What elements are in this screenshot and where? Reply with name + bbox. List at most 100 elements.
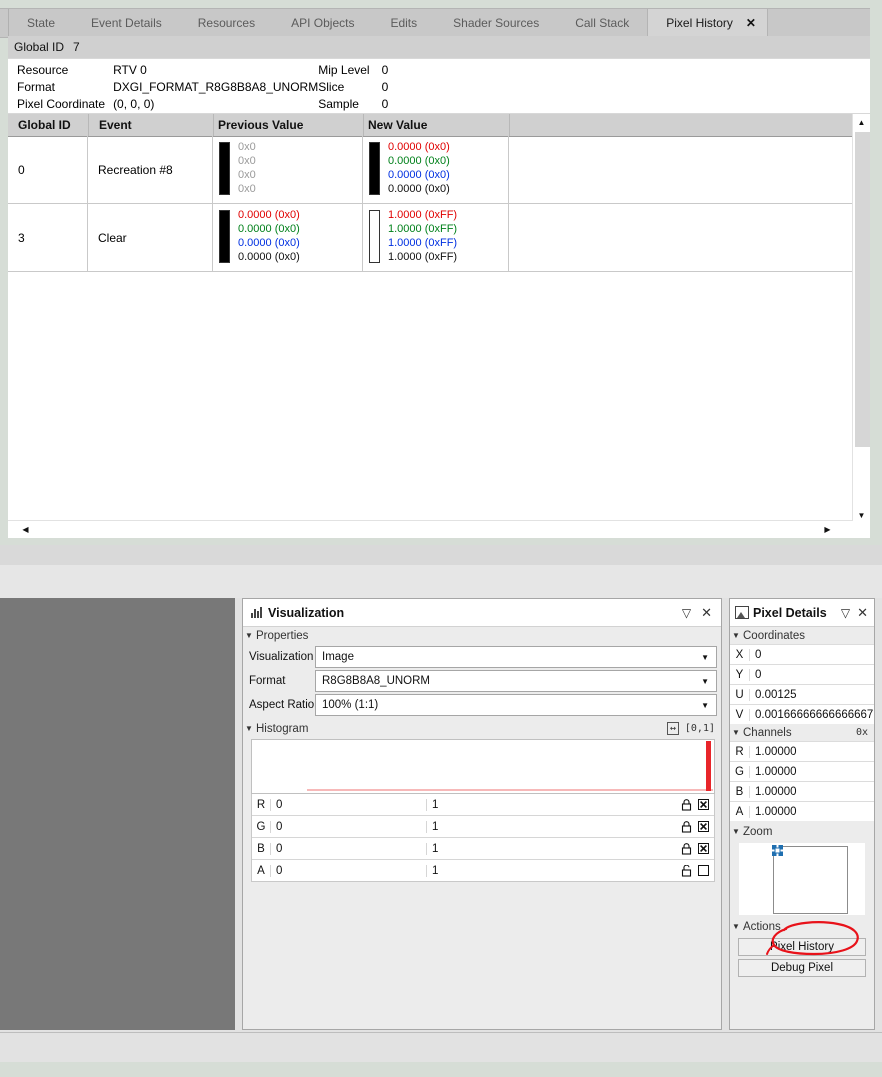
tab-call-stack[interactable]: Call Stack [557,9,647,37]
grid-vertical-scrollbar[interactable]: ▲ ▼ [852,114,870,524]
value-line: 1.0000 (0xFF) [388,209,458,221]
channel-min-input[interactable]: 0 [270,842,426,855]
channel-min-input[interactable]: 0 [270,820,426,833]
kv-key: U [735,688,744,701]
sample-value: 0 [381,97,389,111]
chevron-down-icon[interactable]: ▼ [701,701,709,710]
grid-horizontal-scrollbar[interactable]: ◀ ▶ [8,520,853,538]
chevron-down-icon[interactable]: ▼ [701,677,709,686]
channel-visibility-checkbox[interactable] [698,865,709,876]
kv-value: 0 [749,648,874,661]
table-row[interactable]: 0 Recreation #8 0x0 0x0 0x0 0x0 0.0000 (0x0) 0.… [8,136,853,204]
value-line: 0x0 [238,183,256,195]
cell-new-value: 1.0000 (0xFF) 1.0000 (0xFF) 1.0000 (0xFF) 1… [363,204,509,271]
tab-edits[interactable]: Edits [372,9,435,37]
tab-list: State Event Details Resources API Objects Ed… [8,9,768,37]
bottom-dock: Visualization ▽ ✕ ▼ Properties Visualiza… [0,598,882,1077]
chevron-down-icon: ▼ [732,728,740,737]
channel-visibility-checkbox[interactable] [698,799,709,810]
dock-gap-lower [0,565,882,598]
column-header-global-id[interactable]: Global ID [18,114,71,136]
value-lines: 1.0000 (0xFF) 1.0000 (0xFF) 1.0000 (0xFF) 1… [388,208,457,264]
resource-label: Resource [17,63,69,77]
channel-icons [677,820,714,833]
close-icon[interactable]: ✕ [743,17,759,29]
channel-min-input[interactable]: 0 [270,864,426,877]
pixel-history-dock: State Event Details Resources API Objects Ed… [0,0,870,545]
image-pixel-icon [735,606,749,619]
collapse-icon[interactable]: ▽ [841,606,850,620]
property-dropdown[interactable]: R8G8B8A8_UNORM ▼ [315,670,717,692]
column-header-event[interactable]: Event [88,114,224,136]
texture-viewer-canvas[interactable] [0,598,235,1030]
channel-max-input[interactable]: 1 [426,798,677,811]
info-row-pixel-coordinate: Pixel Coordinate (0, 0, 0) Sample 0 [17,97,388,114]
cell-previous-value: 0x0 0x0 0x0 0x0 [213,136,363,203]
close-icon[interactable]: ✕ [701,605,712,621]
tab-event-details[interactable]: Event Details [73,9,180,37]
channel-visibility-checkbox[interactable] [698,821,709,832]
lock-open-icon[interactable] [681,864,692,877]
collapse-icon[interactable]: ▽ [682,606,691,620]
histogram-plot[interactable] [251,739,715,794]
tab-resources[interactable]: Resources [180,9,273,37]
zoom-section-header[interactable]: ▼ Zoom [730,823,874,840]
fit-range-icon[interactable]: ↔ [666,722,679,735]
status-bar [0,1032,882,1063]
histogram-channel-row: G01 [252,815,714,837]
kv-key: V [735,708,744,721]
actions-section-header[interactable]: ▼ Actions [730,918,874,935]
property-value: 100% (1:1) [322,699,379,711]
scroll-right-icon[interactable]: ▶ [819,521,836,538]
lock-closed-icon[interactable] [681,798,692,811]
column-header-previous-value[interactable]: Previous Value [213,114,368,136]
cell-text: 3 [18,230,25,245]
tab-label: Call Stack [575,16,630,30]
zoom-preview[interactable] [738,842,866,916]
tab-shader-sources[interactable]: Shader Sources [435,9,557,37]
scroll-left-icon[interactable]: ◀ [17,521,34,538]
lock-closed-icon[interactable] [681,820,692,833]
tab-state[interactable]: State [9,9,73,37]
property-row: Format R8G8B8A8_UNORM ▼ [247,670,717,692]
vertical-scroll-thumb[interactable] [855,132,870,447]
chevron-down-icon[interactable]: ▼ [701,653,709,662]
coordinate-row: Y0 [730,664,874,684]
zoom-selection-marker [772,845,783,856]
channel-max-input[interactable]: 1 [426,842,677,855]
info-row-resource: Resource RTV 0 Mip Level 0 [17,63,388,80]
channels-mode-label[interactable]: 0x [856,727,868,738]
coordinates-section-header[interactable]: ▼ Coordinates [730,627,874,644]
close-icon[interactable]: ✕ [857,605,868,621]
channel-max-input[interactable]: 1 [426,820,677,833]
property-dropdown[interactable]: Image ▼ [315,646,717,668]
tab-pixel-history[interactable]: Pixel History ✕ [647,9,768,37]
global-id-bar: Global ID 7 [8,36,870,58]
property-label: Visualization [247,646,315,668]
pixel-history-button[interactable]: Pixel History [738,938,866,956]
column-header-spacer [509,114,854,136]
dock-splitter[interactable] [0,545,882,565]
slice-value: 0 [381,80,389,94]
table-row[interactable]: 3 Clear 0.0000 (0x0) 0.0000 (0x0) 0.0000 (0x… [8,204,853,272]
histogram-section-header[interactable]: ▼ Histogram ↔ [0,1] [243,720,721,737]
value-line: 0.0000 (0x0) [238,251,300,263]
value-lines: 0.0000 (0x0) 0.0000 (0x0) 0.0000 (0x0) 0.00… [238,208,300,264]
scroll-up-icon[interactable]: ▲ [853,114,870,131]
column-header-new-value[interactable]: New Value [363,114,514,136]
zoom-preview-frame [773,846,848,914]
value-lines: 0.0000 (0x0) 0.0000 (0x0) 0.0000 (0x0) 0.00… [388,140,450,196]
properties-section-header[interactable]: ▼ Properties [243,627,721,644]
debug-pixel-button[interactable]: Debug Pixel [738,959,866,977]
value-block: 0.0000 (0x0) 0.0000 (0x0) 0.0000 (0x0) 0.00… [369,140,511,198]
value-block: 0x0 0x0 0x0 0x0 [219,140,361,198]
lock-closed-icon[interactable] [681,842,692,855]
channel-max-input[interactable]: 1 [426,864,677,877]
channels-section-header[interactable]: ▼ Channels 0x [730,724,874,741]
tab-api-objects[interactable]: API Objects [273,9,372,37]
channel-visibility-checkbox[interactable] [698,843,709,854]
channel-min-input[interactable]: 0 [270,798,426,811]
pixel-details-panel-title: Pixel Details [753,605,827,620]
property-dropdown[interactable]: 100% (1:1) ▼ [315,694,717,716]
chevron-down-icon: ▼ [732,827,740,836]
